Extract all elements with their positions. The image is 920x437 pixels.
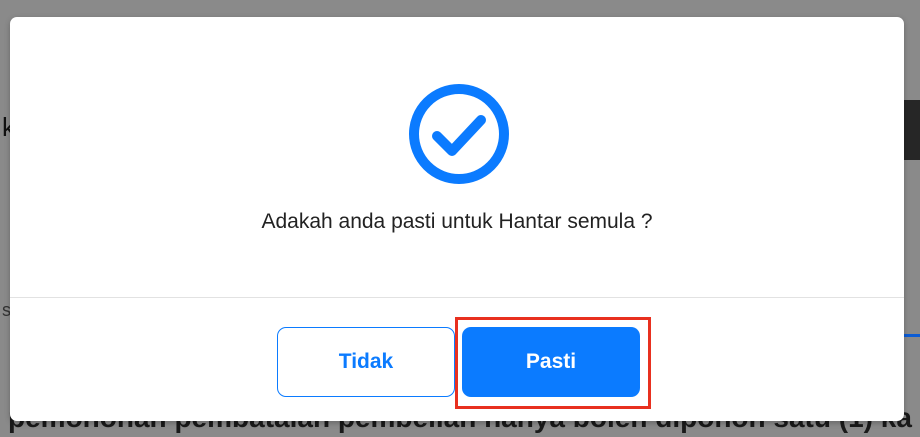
confirmation-dialog: Adakah anda pasti untuk Hantar semula ? … <box>10 17 904 421</box>
check-circle-icon <box>409 84 509 184</box>
dialog-divider <box>10 297 904 298</box>
dialog-message: Adakah anda pasti untuk Hantar semula ? <box>261 210 653 233</box>
cancel-button[interactable]: Tidak <box>277 327 455 397</box>
confirm-button[interactable]: Pasti <box>462 327 640 397</box>
dialog-body: Adakah anda pasti untuk Hantar semula ? <box>10 17 904 297</box>
